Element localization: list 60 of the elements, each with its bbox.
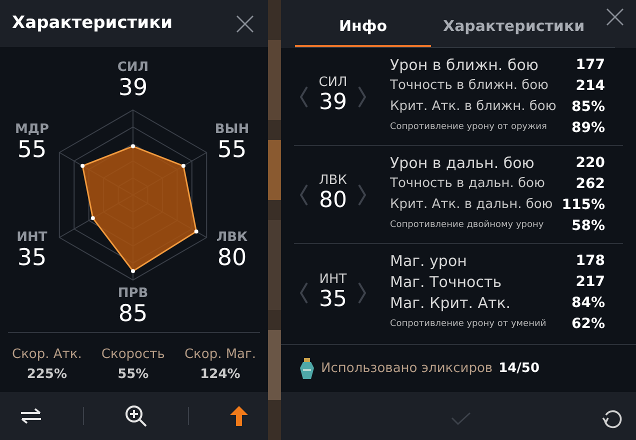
attribute-label: Урон в дальн. бою: [390, 152, 534, 174]
speed-label: Скор. Атк.: [12, 346, 82, 364]
attribute-value: 177: [576, 56, 605, 74]
attribute-value: 217: [576, 273, 605, 292]
attribute-label: Крит. Атк. в дальн. бою: [390, 196, 553, 214]
attribute-value: 115%: [562, 196, 605, 214]
stat-label: МДР: [14, 123, 50, 136]
elixir-label: Использовано эликсиров: [321, 360, 493, 378]
speed-label: Скорость: [101, 346, 165, 364]
stat-value: 55: [17, 136, 47, 165]
stat-label: ИНТ: [319, 272, 347, 286]
stat-label: ПРВ: [118, 287, 148, 300]
stat-label: СИЛ: [117, 61, 149, 74]
speed-value: 124%: [200, 366, 240, 384]
speed-label: Скор. Маг.: [184, 346, 256, 364]
attribute-value: 58%: [571, 216, 605, 236]
attribute-value: 62%: [571, 315, 605, 334]
attribute-value: 220: [576, 154, 605, 172]
attribute-value: 214: [576, 76, 605, 96]
speed-value: 225%: [26, 366, 68, 384]
attribute-value: 262: [576, 174, 605, 194]
check-icon[interactable]: [451, 412, 471, 426]
swap-icon[interactable]: [20, 408, 42, 424]
stat-label: ИНТ: [16, 231, 48, 244]
attribute-label: Маг. Крит. Атк.: [390, 293, 511, 314]
potion-icon: [299, 358, 315, 380]
stat-value: 35: [319, 286, 347, 314]
up-arrow-icon[interactable]: [230, 406, 248, 426]
attribute-label: Сопротивление урону от оружия: [390, 121, 547, 134]
attribute-value: 178: [576, 252, 605, 271]
stat-value: 80: [217, 244, 247, 273]
attribute-value: 85%: [571, 98, 605, 116]
attribute-label: Точность в дальн. бою: [390, 175, 545, 194]
attribute-label: Сопротивление двойному урону: [390, 219, 544, 232]
stat-label: ВЫН: [214, 123, 250, 136]
stat-value: 39: [318, 89, 347, 117]
close-icon[interactable]: [236, 14, 254, 32]
speed-value: 55%: [118, 366, 149, 384]
attribute-label: Маг. урон: [390, 251, 467, 272]
elixir-count: 14/50: [498, 360, 540, 378]
attribute-label: Крит. Атк. в ближн. бою: [390, 98, 556, 116]
attribute-value: 84%: [571, 294, 605, 313]
stat-value: 35: [17, 244, 47, 273]
stat-label: ЛВК: [216, 231, 248, 244]
attribute-label: Точность в ближн. бою: [390, 77, 549, 96]
stat-label: ЛВК: [319, 174, 347, 188]
attribute-label: Сопротивление урону от умений: [390, 318, 546, 331]
stat-value: 80: [319, 187, 347, 215]
panel-title: Характеристики: [12, 12, 173, 35]
stat-value: 55: [217, 136, 247, 165]
stat-label: СИЛ: [318, 76, 348, 90]
zoom-in-icon[interactable]: [124, 405, 147, 427]
attribute-label: Урон в ближн. бою: [390, 54, 539, 76]
attribute-label: Маг. Точность: [390, 272, 502, 294]
stat-value: 85: [118, 300, 148, 329]
close-icon[interactable]: [606, 8, 624, 26]
refresh-icon[interactable]: [602, 409, 622, 429]
attribute-value: 89%: [571, 118, 605, 138]
tab[interactable]: Характеристики: [431, 7, 597, 47]
stat-value: 39: [118, 74, 148, 103]
